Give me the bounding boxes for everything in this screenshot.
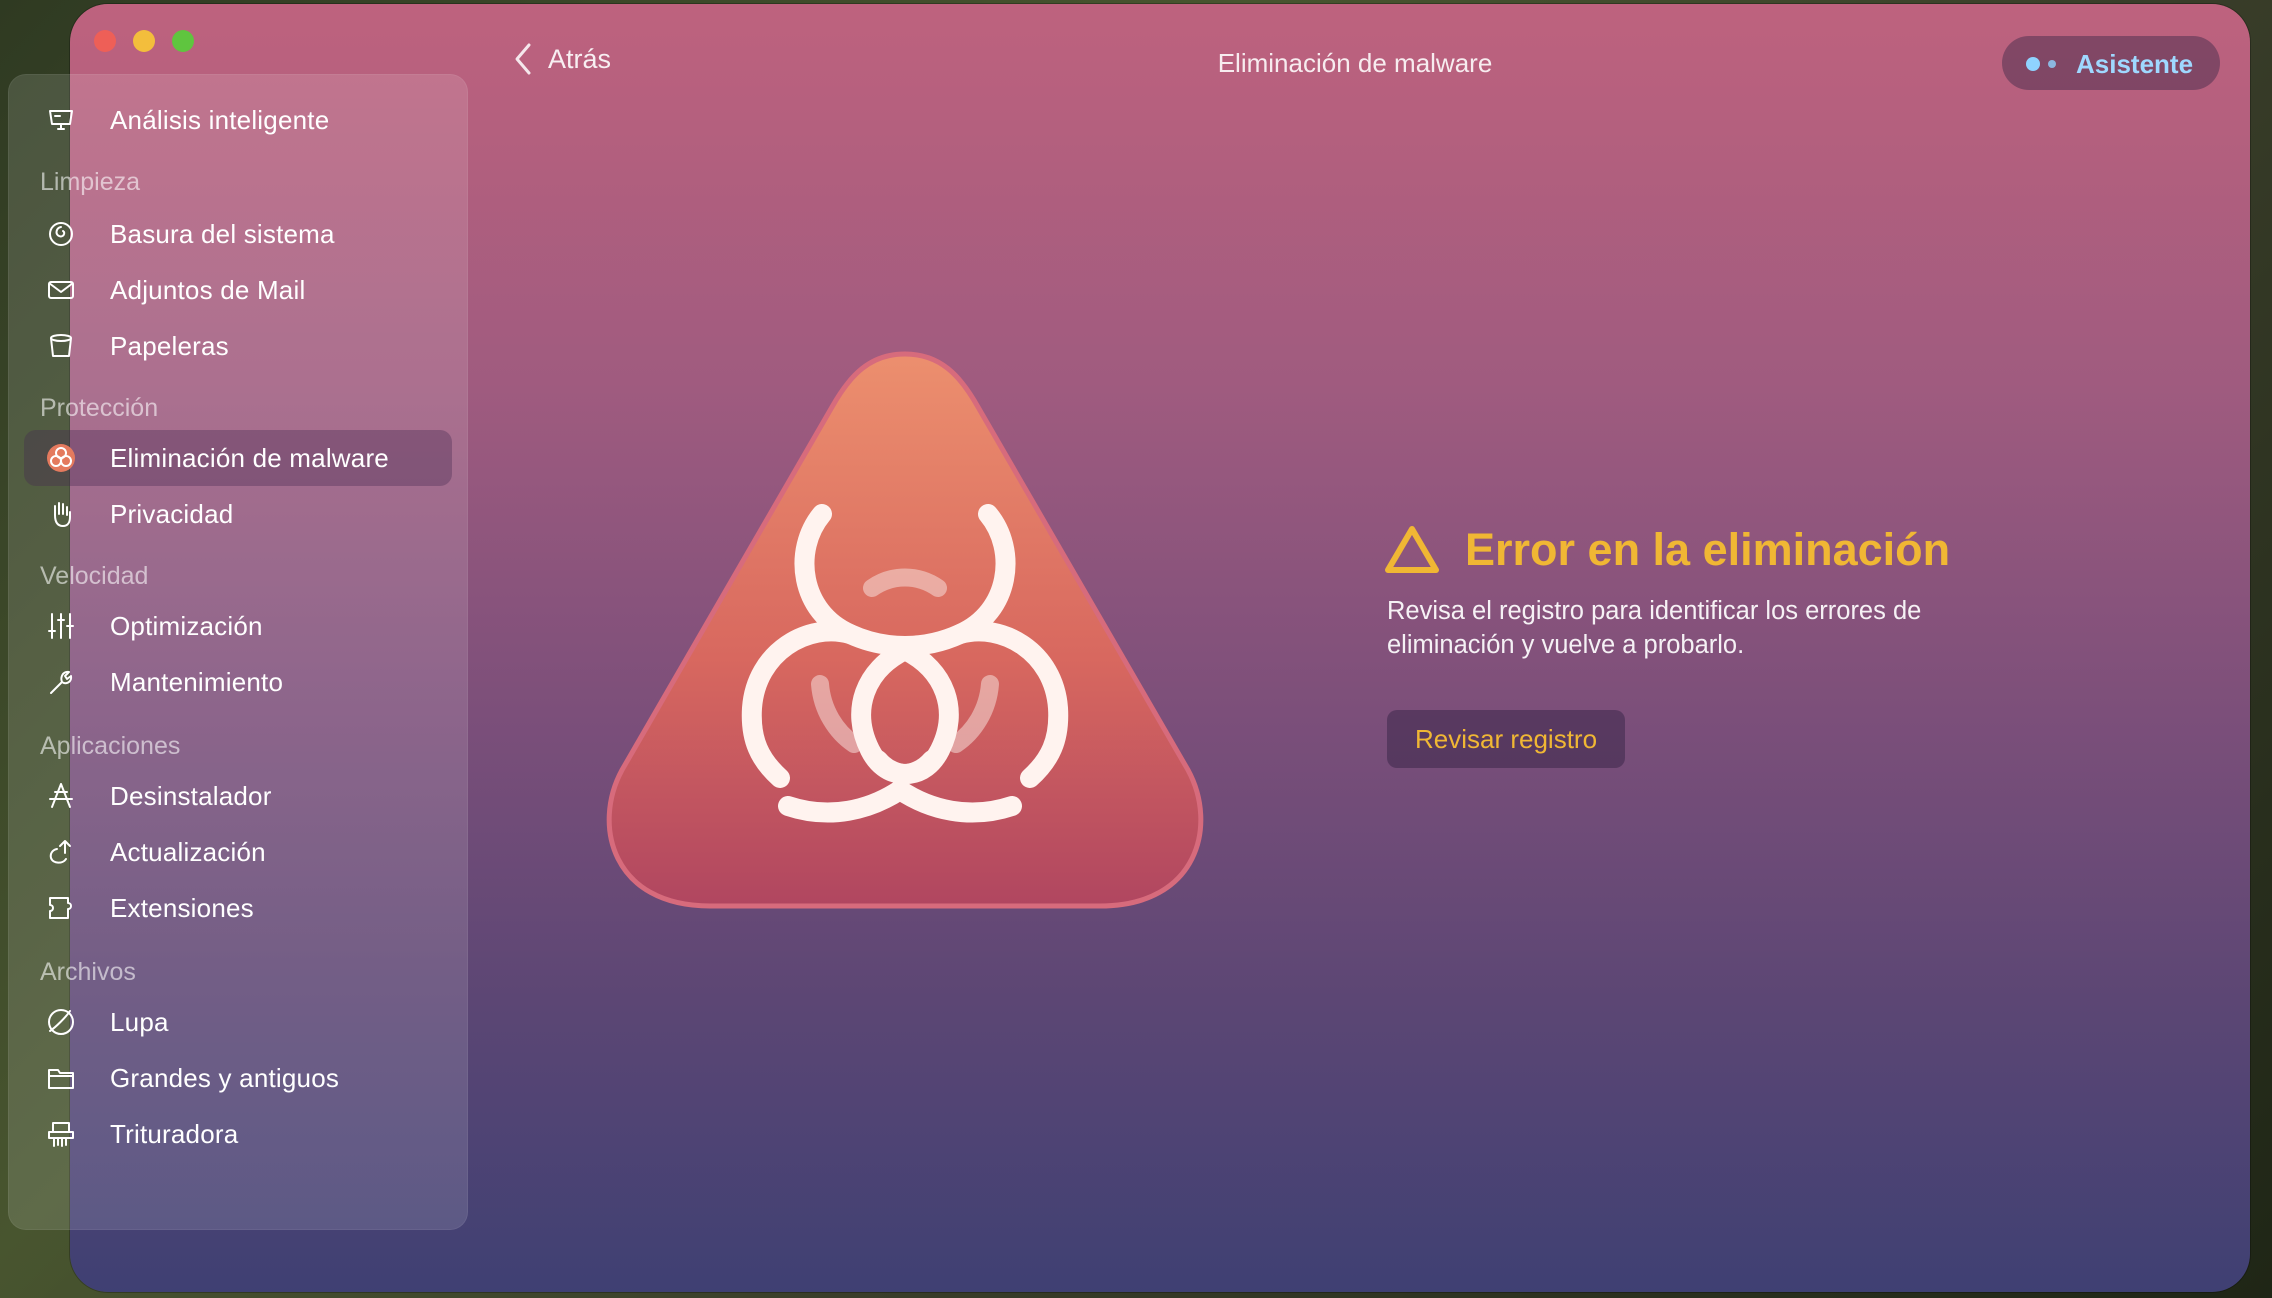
sidebar-item-label: Desinstalador: [110, 780, 272, 811]
shredder-icon: [46, 1119, 76, 1149]
back-button[interactable]: Atrás: [512, 42, 611, 76]
sidebar-item-system-junk[interactable]: Basura del sistema: [24, 206, 452, 262]
lens-icon: [46, 1007, 76, 1037]
sidebar-section-applications: Aplicaciones: [40, 732, 181, 760]
sidebar-item-extensions[interactable]: Extensiones: [24, 880, 452, 936]
minimize-window-button[interactable]: [133, 30, 155, 52]
sidebar-item-label: Adjuntos de Mail: [110, 274, 306, 305]
sidebar-panel: Análisis inteligente Limpieza Basura del…: [8, 74, 468, 1230]
sidebar-item-mail-attachments[interactable]: Adjuntos de Mail: [24, 262, 452, 318]
window-controls: [94, 30, 194, 52]
envelope-icon: [46, 275, 76, 305]
window-title: Eliminación de malware: [1217, 48, 1493, 78]
sidebar-item-trash-bins[interactable]: Papeleras: [24, 318, 452, 374]
sidebar-item-lens[interactable]: Lupa: [24, 994, 452, 1050]
assistant-button[interactable]: Asistente: [2002, 36, 2220, 90]
trash-swirl-icon: [46, 219, 76, 249]
monitor-icon: [46, 105, 76, 135]
zoom-window-button[interactable]: [172, 30, 194, 52]
sidebar-item-malware-removal[interactable]: Eliminación de malware: [24, 430, 452, 486]
sidebar-item-label: Optimización: [110, 610, 263, 641]
update-arrow-icon: [46, 837, 76, 867]
folder-icon: [46, 1063, 76, 1093]
sidebar-item-label: Privacidad: [110, 498, 234, 529]
sidebar-item-updater[interactable]: Actualización: [24, 824, 452, 880]
bin-icon: [46, 331, 76, 361]
warning-triangle-icon: [1384, 524, 1440, 574]
sidebar-item-large-old-files[interactable]: Grandes y antiguos: [24, 1050, 452, 1106]
sidebar-item-label: Extensiones: [110, 892, 254, 923]
sidebar-item-label: Basura del sistema: [110, 218, 335, 249]
sidebar-item-label: Análisis inteligente: [110, 104, 330, 135]
sidebar-item-shredder[interactable]: Trituradora: [24, 1106, 452, 1162]
back-label: Atrás: [548, 43, 612, 74]
puzzle-icon: [46, 893, 76, 923]
biohazard-illustration: [600, 350, 1210, 920]
sidebar-item-label: Grandes y antiguos: [110, 1062, 340, 1093]
review-log-button[interactable]: Revisar registro: [1387, 710, 1626, 768]
sidebar-item-smart-scan[interactable]: Análisis inteligente: [24, 92, 452, 148]
sidebar-section-cleanup: Limpieza: [40, 168, 141, 196]
apps-icon: [46, 781, 76, 811]
wrench-icon: [46, 667, 76, 697]
sidebar-section-protection: Protección: [40, 394, 159, 422]
error-description: Revisa el registro para identificar los …: [1387, 597, 1922, 659]
assistant-dot-icon: [2026, 57, 2040, 71]
sliders-icon: [46, 611, 76, 641]
sidebar-item-maintenance[interactable]: Mantenimiento: [24, 654, 452, 710]
sidebar-item-uninstaller[interactable]: Desinstalador: [24, 768, 452, 824]
sidebar-item-optimization[interactable]: Optimización: [24, 598, 452, 654]
sidebar-item-label: Trituradora: [110, 1118, 239, 1149]
sidebar-item-label: Eliminación de malware: [110, 442, 389, 473]
sidebar-section-files: Archivos: [40, 958, 136, 986]
hand-icon: [46, 499, 76, 529]
assistant-dot-small-icon: [2048, 60, 2056, 68]
sidebar-item-label: Actualización: [110, 836, 266, 867]
sidebar-item-label: Mantenimiento: [110, 666, 284, 697]
sidebar-section-speed: Velocidad: [40, 562, 149, 590]
biohazard-triangle-icon: [606, 351, 1204, 909]
error-title: Error en la eliminación: [1465, 524, 1951, 575]
close-window-button[interactable]: [94, 30, 116, 52]
sidebar-item-label: Lupa: [110, 1006, 169, 1037]
sidebar-item-label: Papeleras: [110, 330, 229, 361]
sidebar-item-privacy[interactable]: Privacidad: [24, 486, 452, 542]
assistant-label: Asistente: [2076, 49, 2194, 79]
chevron-left-icon: [515, 43, 531, 75]
biohazard-icon: [46, 443, 76, 473]
